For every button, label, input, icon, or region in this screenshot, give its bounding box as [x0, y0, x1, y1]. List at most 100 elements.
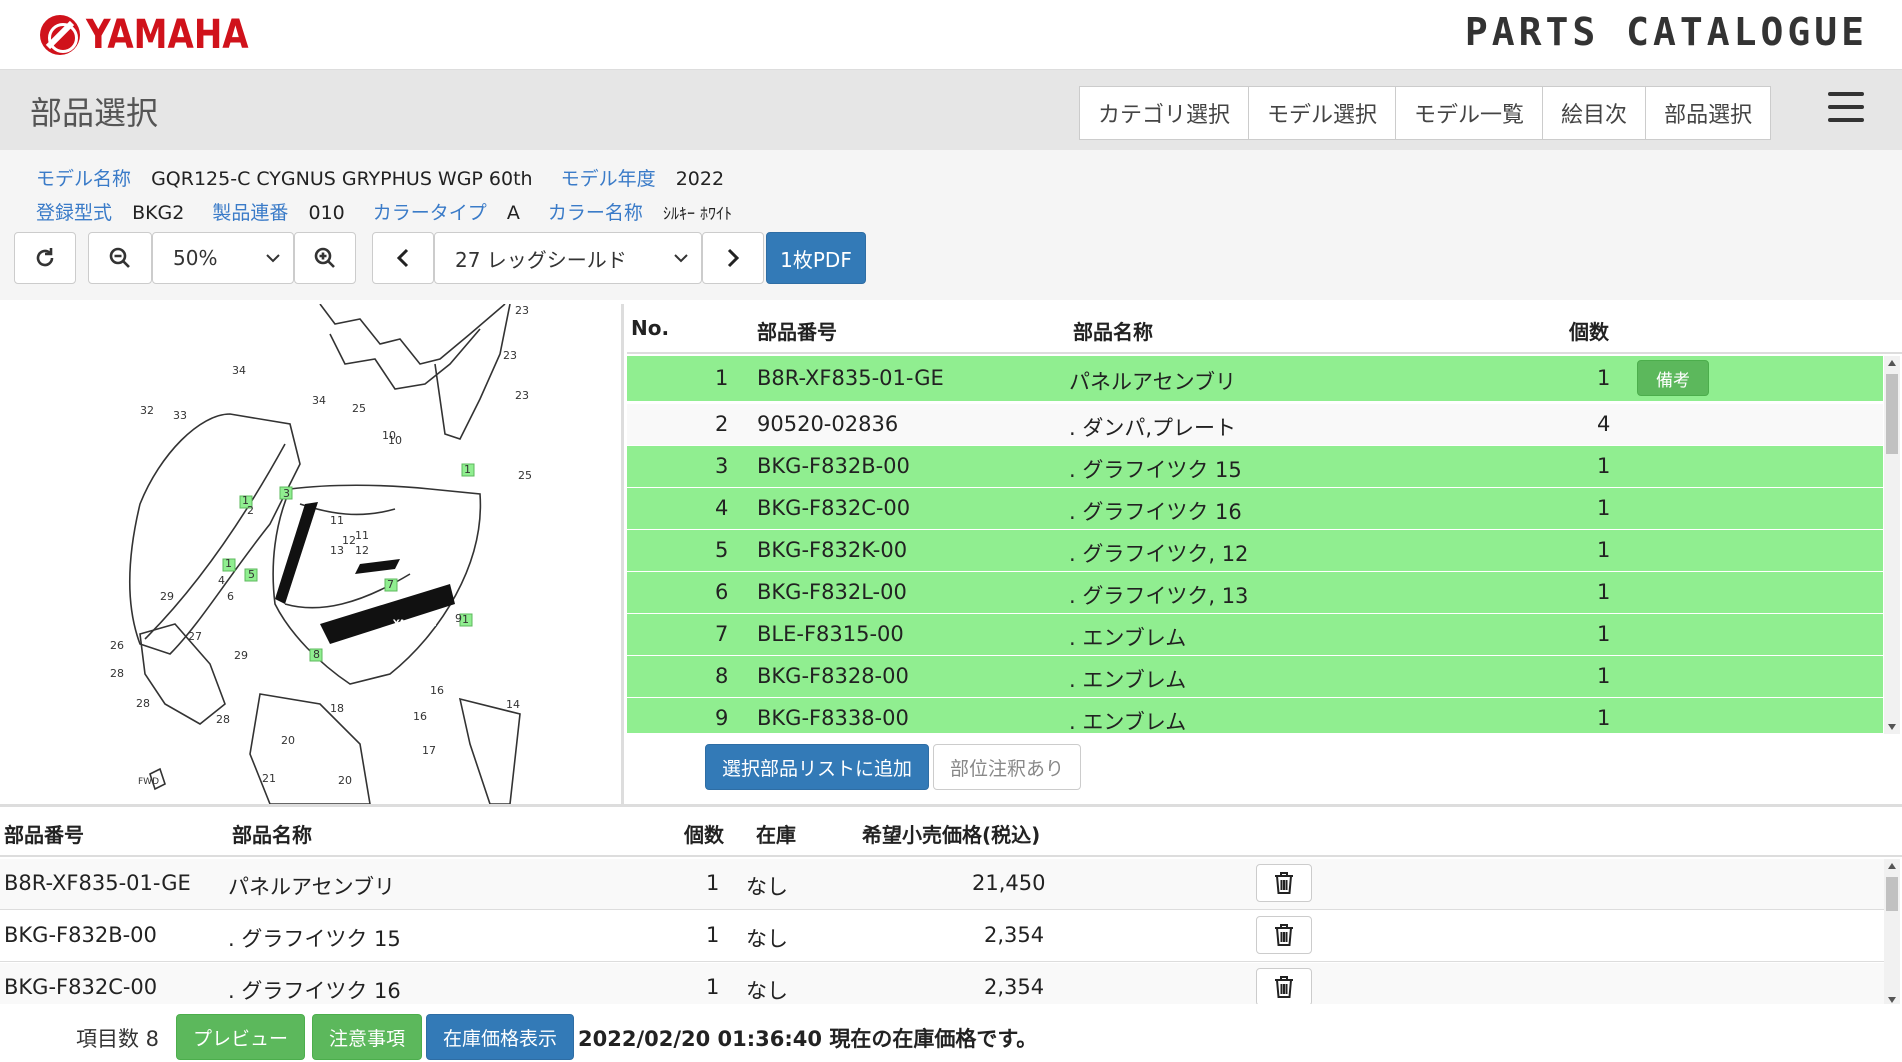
- callout-label: 17: [422, 744, 436, 757]
- row-no: 2: [715, 412, 729, 436]
- scroll-thumb[interactable]: [1886, 877, 1898, 911]
- yamaha-logo[interactable]: YAMAHA: [40, 12, 277, 58]
- row-part-name: . グラフイツク 16: [228, 979, 401, 1003]
- callout-label: 3: [283, 487, 290, 500]
- parts-catalogue-logo: PARTS CATALOGUE: [1464, 10, 1868, 54]
- page-title: 部品選択: [30, 94, 159, 132]
- parts-table-row[interactable]: 9 BKG-F8338-00 . エンブレム 1: [627, 698, 1883, 734]
- tab-model-list[interactable]: モデル一覧: [1395, 86, 1544, 140]
- zoom-select-value: 50%: [173, 246, 218, 270]
- row-qty: 1: [1597, 366, 1611, 390]
- selected-row[interactable]: BKG-F832C-00 . グラフイツク 16 1 なし 2,354: [0, 963, 1884, 1007]
- model-name-value: GQR125-C CYGNUS GRYPHUS WGP 60th: [151, 168, 533, 190]
- single-pdf-button[interactable]: 1枚PDF: [766, 232, 866, 284]
- callout-label: 8: [313, 648, 320, 661]
- tab-parts-select[interactable]: 部品選択: [1645, 86, 1772, 140]
- scroll-up-icon[interactable]: [1888, 360, 1896, 366]
- col-part-name: 部品名称: [232, 823, 312, 847]
- callout-label: 29: [234, 649, 248, 662]
- parts-table-row[interactable]: 3 BKG-F832B-00 . グラフイツク 15 1: [627, 446, 1883, 488]
- callout-label: 29: [160, 590, 174, 603]
- brand-bar: YAMAHA PARTS CATALOGUE: [0, 0, 1902, 70]
- scroll-down-icon[interactable]: [1888, 724, 1896, 730]
- zoom-in-button[interactable]: [294, 232, 356, 284]
- parts-table-row[interactable]: 5 BKG-F832K-00 . グラフイツク, 12 1: [627, 530, 1883, 572]
- row-no: 7: [715, 622, 729, 646]
- callout-label: 11: [355, 529, 369, 542]
- callout-label: 32: [140, 404, 154, 417]
- trash-icon: [1275, 872, 1293, 894]
- callout-label: 23: [503, 349, 517, 362]
- row-part-name: . グラフイツク, 13: [1069, 584, 1249, 608]
- delete-row-button[interactable]: [1256, 864, 1312, 902]
- parts-table-row[interactable]: 8 BKG-F8328-00 . エンブレム 1: [627, 656, 1883, 698]
- menu-icon[interactable]: [1828, 92, 1864, 128]
- parts-table-row[interactable]: 1 B8R-XF835-01-GE パネルアセンブリ 1 備考: [627, 356, 1883, 402]
- reg-type-label: 登録型式: [36, 202, 113, 224]
- col-part-number: 部品番号: [757, 320, 837, 344]
- row-qty: 1: [1597, 580, 1611, 604]
- selected-list-scrollbar[interactable]: [1884, 859, 1900, 1007]
- parts-table-row[interactable]: 6 BKG-F832L-00 . グラフイツク, 13 1: [627, 572, 1883, 614]
- callout-label: 26: [110, 639, 124, 652]
- annotation-button[interactable]: 部位注釈あり: [933, 744, 1082, 790]
- callout-label: 28: [136, 697, 150, 710]
- row-stock: なし: [746, 875, 788, 899]
- callout-label: 13: [330, 544, 344, 557]
- scroll-up-icon[interactable]: [1888, 863, 1896, 869]
- callout-label: 1: [462, 613, 469, 626]
- scroll-thumb[interactable]: [1886, 374, 1898, 454]
- selected-row[interactable]: BKG-F832B-00 . グラフイツク 15 1 なし 2,354: [0, 911, 1884, 962]
- serial-value: 010: [308, 202, 345, 224]
- zoom-out-button[interactable]: [88, 232, 152, 284]
- note-button[interactable]: 備考: [1637, 360, 1709, 396]
- col-no: No.: [631, 316, 670, 340]
- row-no: 9: [715, 706, 729, 730]
- delete-row-button[interactable]: [1256, 916, 1312, 954]
- callout-label: 5: [248, 568, 255, 581]
- row-part-name: . グラフイツク, 12: [1069, 542, 1249, 566]
- model-year-value: 2022: [675, 168, 725, 190]
- selected-parts-list: 部品番号 部品名称 個数 在庫 希望小売価格(税込) B8R-XF835-01-…: [0, 804, 1902, 1007]
- prev-page-button[interactable]: [372, 232, 434, 284]
- stock-price-button[interactable]: 在庫価格表示: [426, 1014, 575, 1060]
- row-no: 4: [715, 496, 729, 520]
- refresh-button[interactable]: [14, 232, 76, 284]
- next-page-button[interactable]: [702, 232, 764, 284]
- callout-label: 12: [355, 544, 369, 557]
- delete-row-button[interactable]: [1256, 968, 1312, 1006]
- add-to-list-button[interactable]: 選択部品リストに追加: [705, 744, 930, 790]
- callout-label: 6: [227, 590, 234, 603]
- model-info: モデル名称 GQR125-C CYGNUS GRYPHUS WGP 60th モ…: [0, 150, 1902, 300]
- parts-table-scrollbar[interactable]: [1884, 356, 1900, 734]
- row-qty: 1: [1597, 664, 1611, 688]
- zoom-select[interactable]: 50%: [152, 232, 294, 284]
- parts-table-row[interactable]: 7 BLE-F8315-00 . エンブレム 1: [627, 614, 1883, 656]
- tab-model-select[interactable]: モデル選択: [1248, 86, 1397, 140]
- callout-label: 14: [506, 698, 520, 711]
- page-select[interactable]: 27 レッグシールド: [434, 232, 702, 284]
- parts-table-row[interactable]: 2 90520-02836 . ダンパ,プレート 4: [627, 404, 1883, 446]
- exploded-diagram[interactable]: 23 23 23 25 34 34 32 33 25 10 1 1 1 1 11…: [0, 304, 624, 804]
- footer-bar: 項目数 8 プレビュー 注意事項 在庫価格表示 2022/02/20 01:36…: [0, 1004, 1902, 1062]
- selected-row[interactable]: B8R-XF835-01-GE パネルアセンブリ 1 なし 21,450: [0, 859, 1884, 910]
- row-part-name: . グラフイツク 15: [1069, 458, 1242, 482]
- serial-label: 製品連番: [212, 202, 289, 224]
- row-part-number: 90520-02836: [757, 412, 899, 436]
- parts-table-row[interactable]: 4 BKG-F832C-00 . グラフイツク 16 1: [627, 488, 1883, 530]
- selected-list-header: 部品番号 部品名称 個数 在庫 希望小売価格(税込): [0, 807, 1902, 857]
- item-count: 項目数 8: [76, 1027, 160, 1051]
- callout-label: 9: [455, 612, 462, 625]
- row-price: 2,354: [984, 923, 1045, 947]
- preview-button[interactable]: プレビュー: [176, 1014, 306, 1060]
- tab-category[interactable]: カテゴリ選択: [1079, 86, 1250, 140]
- parts-diagram-svg[interactable]: 23 23 23 25 34 34 32 33 25 10 1 1 1 1 11…: [0, 304, 624, 804]
- notice-button[interactable]: 注意事項: [312, 1014, 423, 1060]
- row-qty: 1: [1597, 496, 1611, 520]
- refresh-icon: [36, 248, 54, 267]
- nav-tabs: カテゴリ選択 モデル選択 モデル一覧 絵目次 部品選択: [1079, 86, 1772, 140]
- row-part-name: パネルアセンブリ: [1069, 370, 1236, 394]
- tab-illustration-index[interactable]: 絵目次: [1542, 86, 1647, 140]
- scroll-down-icon[interactable]: [1888, 997, 1896, 1003]
- row-qty: 1: [706, 923, 720, 947]
